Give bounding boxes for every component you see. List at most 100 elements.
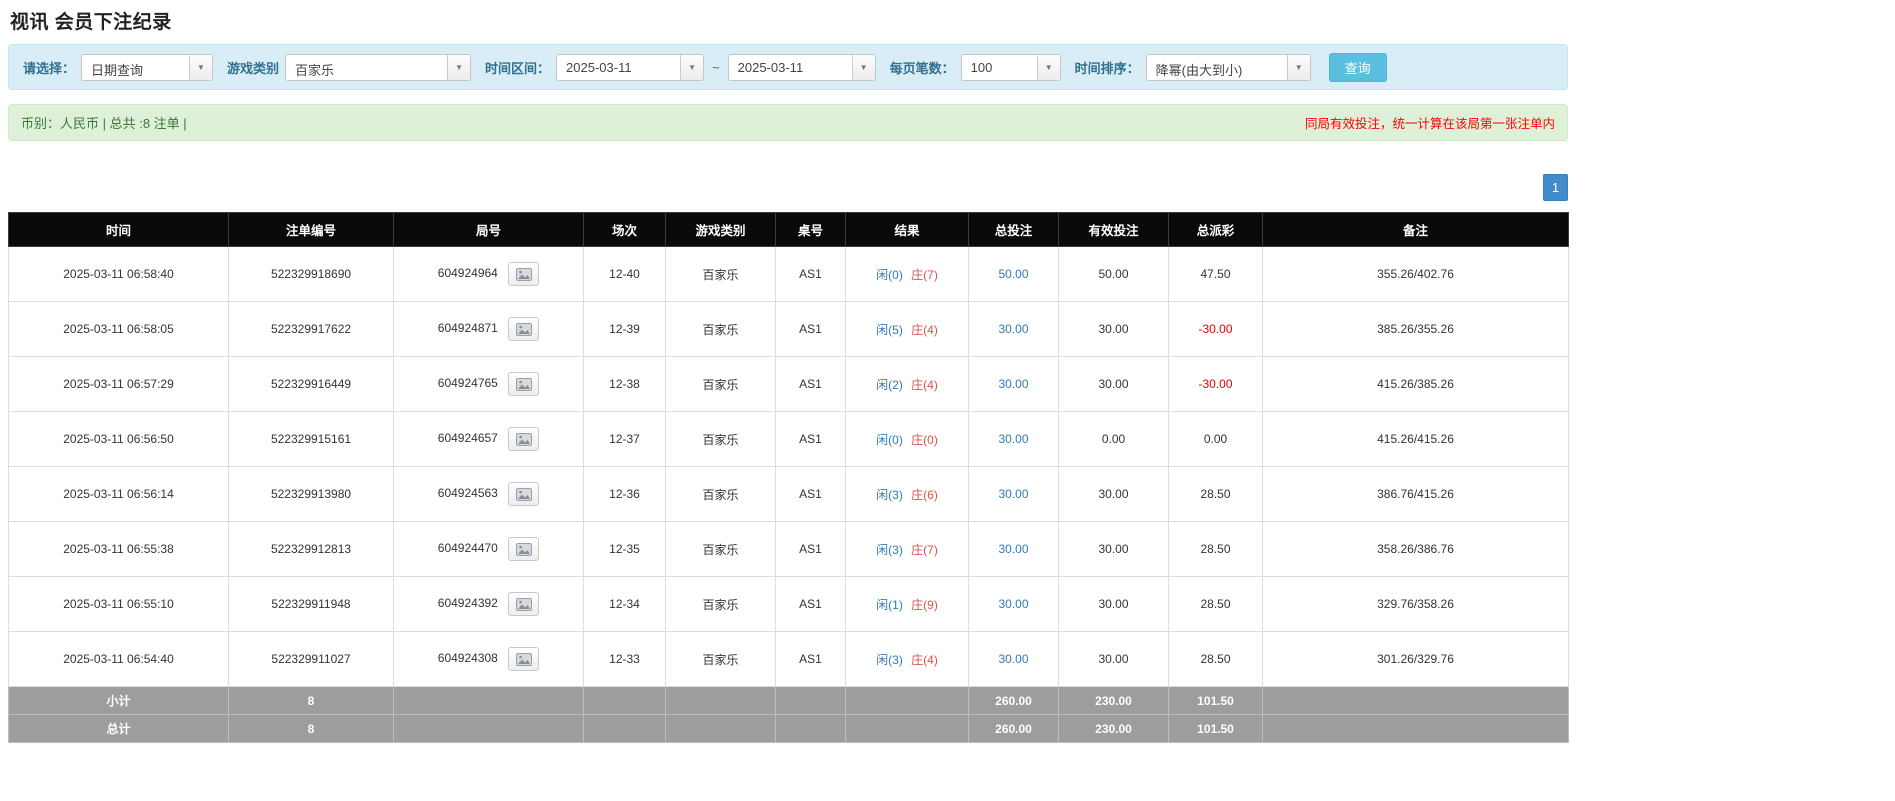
search-button[interactable]: 查询	[1328, 52, 1387, 82]
time-range-label: 时间区间：	[485, 60, 551, 76]
cell-note: 301.26/329.76	[1262, 631, 1569, 687]
round-media-button[interactable]	[508, 317, 540, 341]
cell-total-bet-link[interactable]: 30.00	[968, 521, 1059, 577]
date-to-select[interactable]: 2025-03-11 ▼	[727, 53, 876, 81]
cell-note: 415.26/415.26	[1262, 411, 1569, 467]
cell-session: 12-36	[583, 466, 666, 522]
grand-total-total-bet: 260.00	[968, 714, 1059, 743]
col-header-round-id: 局号	[393, 212, 584, 247]
image-icon	[515, 487, 532, 501]
cell-note: 358.26/386.76	[1262, 521, 1569, 577]
sort-value: 降幂(由大到小)	[1155, 62, 1243, 78]
round-id-value: 604924563	[437, 486, 498, 501]
chevron-down-icon[interactable]: ▼	[851, 54, 875, 80]
game-type-select[interactable]: 百家乐 ▼	[285, 53, 472, 81]
date-to-value: 2025-03-11	[737, 59, 804, 75]
cell-bet-id: 522329911027	[228, 631, 394, 687]
col-header-note: 备注	[1262, 212, 1569, 247]
range-separator: ~	[712, 59, 720, 75]
cell-session: 12-38	[583, 356, 666, 412]
cell-time: 2025-03-11 06:55:10	[8, 576, 229, 632]
cell-session: 12-39	[583, 301, 666, 357]
grand-total-label: 总计	[8, 714, 229, 743]
chevron-down-icon[interactable]: ▼	[1286, 54, 1310, 80]
query-type-label: 请选择：	[23, 60, 76, 76]
cell-bet-id: 522329913980	[228, 466, 394, 522]
grand-total-payout: 101.50	[1168, 714, 1263, 743]
image-icon	[515, 377, 532, 391]
subtotal-spacer-cell	[393, 686, 584, 715]
table-row: 2025-03-11 06:55:10 522329911948 6049243…	[8, 576, 1569, 632]
table-row: 2025-03-11 06:58:40 522329918690 6049249…	[8, 246, 1569, 302]
grand-total-spacer-cell	[845, 714, 969, 743]
cell-result: 闲(1) 庄(9)	[845, 576, 969, 632]
chevron-down-icon[interactable]: ▼	[447, 54, 471, 80]
round-media-button[interactable]	[508, 482, 540, 506]
image-icon	[515, 652, 532, 666]
currency-total-text: 币别：人民币 | 总共 :8 注单 |	[21, 116, 187, 131]
chevron-down-icon[interactable]: ▼	[189, 54, 213, 80]
cell-round-id: 604924470	[393, 521, 584, 577]
cell-round-id: 604924964	[393, 246, 584, 302]
subtotal-spacer-cell	[1262, 686, 1569, 715]
cell-table-no: AS1	[775, 466, 846, 522]
date-from-value: 2025-03-11	[566, 59, 632, 75]
subtotal-row: 小计 8 260.00 230.00 101.50	[8, 686, 1569, 715]
cell-total-bet-link[interactable]: 30.00	[968, 356, 1059, 412]
game-type-label: 游戏类别	[227, 60, 280, 76]
cell-bet-id: 522329917622	[228, 301, 394, 357]
subtotal-spacer-cell	[845, 686, 969, 715]
cell-table-no: AS1	[775, 301, 846, 357]
cell-total-bet-link[interactable]: 30.00	[968, 411, 1059, 467]
cell-round-id: 604924563	[393, 466, 584, 522]
subtotal-spacer-cell	[665, 686, 776, 715]
grand-total-valid-bet: 230.00	[1058, 714, 1169, 743]
cell-total-bet-link[interactable]: 30.00	[968, 466, 1059, 522]
cell-table-no: AS1	[775, 631, 846, 687]
result-banker: 庄(4)	[911, 322, 938, 337]
round-media-button[interactable]	[508, 262, 540, 286]
result-banker: 庄(0)	[911, 432, 938, 447]
round-media-button[interactable]	[508, 372, 540, 396]
filter-bar: 请选择： 日期查询 ▼ 游戏类别 百家乐 ▼ 时间区间： 2025-03-11 …	[8, 44, 1568, 90]
table-row: 2025-03-11 06:55:38 522329912813 6049244…	[8, 521, 1569, 577]
col-header-result: 结果	[845, 212, 969, 247]
round-id-value: 604924470	[437, 541, 498, 556]
cell-valid-bet: 30.00	[1058, 631, 1169, 687]
cell-payout: -30.00	[1168, 356, 1263, 412]
cell-table-no: AS1	[775, 246, 846, 302]
result-player: 闲(2)	[876, 377, 903, 392]
cell-bet-id: 522329916449	[228, 356, 394, 412]
cell-session: 12-40	[583, 246, 666, 302]
query-type-select[interactable]: 日期查询 ▼	[81, 53, 214, 81]
cell-game-type: 百家乐	[665, 356, 776, 412]
table-row: 2025-03-11 06:56:14 522329913980 6049245…	[8, 466, 1569, 522]
sort-label: 时间排序：	[1074, 60, 1140, 76]
round-media-button[interactable]	[508, 592, 540, 616]
cell-time: 2025-03-11 06:58:05	[8, 301, 229, 357]
chevron-down-icon[interactable]: ▼	[1036, 54, 1060, 80]
cell-result: 闲(3) 庄(4)	[845, 631, 969, 687]
cell-payout: 28.50	[1168, 521, 1263, 577]
result-banker: 庄(4)	[911, 652, 938, 667]
page-button-1[interactable]: 1	[1543, 174, 1568, 201]
cell-round-id: 604924392	[393, 576, 584, 632]
date-from-select[interactable]: 2025-03-11 ▼	[556, 53, 705, 81]
cell-total-bet-link[interactable]: 50.00	[968, 246, 1059, 302]
cell-total-bet-link[interactable]: 30.00	[968, 631, 1059, 687]
cell-valid-bet: 30.00	[1058, 521, 1169, 577]
grand-total-row: 总计 8 260.00 230.00 101.50	[8, 714, 1569, 743]
round-media-button[interactable]	[508, 647, 540, 671]
cell-game-type: 百家乐	[665, 411, 776, 467]
page-size-select[interactable]: 100 ▼	[960, 53, 1061, 81]
chevron-down-icon[interactable]: ▼	[680, 54, 704, 80]
cell-result: 闲(2) 庄(4)	[845, 356, 969, 412]
bet-records-table: 时间 注单编号 局号 场次 游戏类别 桌号 结果 总投注 有效投注 总派彩 备注…	[8, 212, 1569, 743]
cell-bet-id: 522329915161	[228, 411, 394, 467]
cell-total-bet-link[interactable]: 30.00	[968, 576, 1059, 632]
cell-total-bet-link[interactable]: 30.00	[968, 301, 1059, 357]
round-media-button[interactable]	[508, 537, 540, 561]
sort-select[interactable]: 降幂(由大到小) ▼	[1145, 53, 1311, 81]
cell-result: 闲(3) 庄(6)	[845, 466, 969, 522]
round-media-button[interactable]	[508, 427, 540, 451]
